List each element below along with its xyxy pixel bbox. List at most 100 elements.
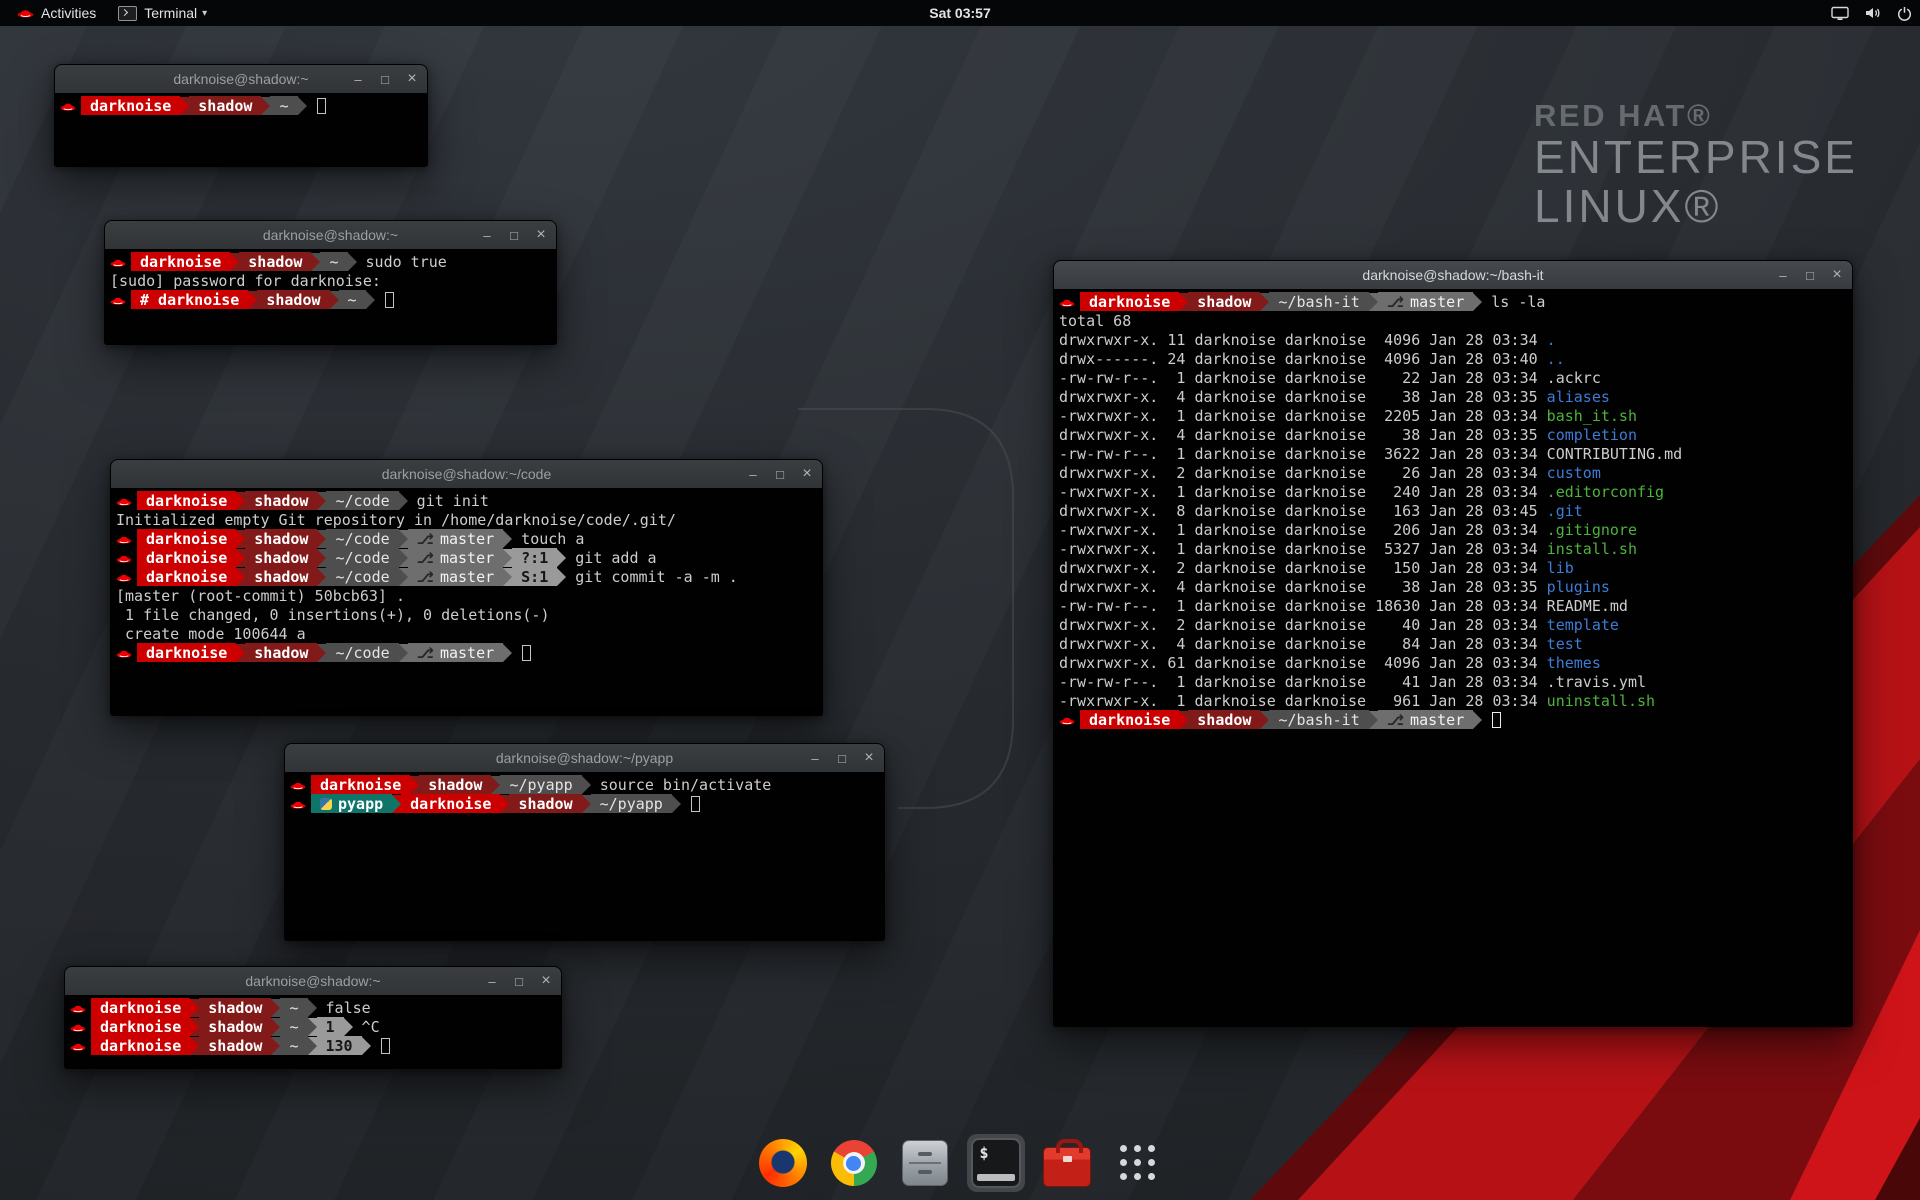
window-titlebar[interactable]: darknoise@shadow:~/code–□× [111,460,822,489]
prompt-segment-host: shadow [199,1017,271,1036]
terminal-window[interactable]: darknoise@shadow:~–□×darknoiseshadow~ su… [104,220,557,345]
top-bar: Activities Terminal ▾ Sat 03:57 [0,0,1920,26]
app-menu-terminal[interactable]: Terminal ▾ [107,0,218,26]
dock-toolbox-button[interactable] [1038,1134,1096,1192]
powerline-arrow-icon [672,795,681,813]
terminal-text: drwxrwxr-x. 2 darknoise darknoise 150 Ja… [1059,559,1547,577]
dock-files-button[interactable] [896,1134,954,1192]
git-branch-icon: ⎇ [417,568,434,586]
clock[interactable]: Sat 03:57 [929,5,990,21]
terminal-line: drwxrwxr-x. 8 darknoise darknoise 163 Ja… [1059,501,1852,520]
terminal-line: darknoiseshadow~/code⎇master?:1 git add … [116,548,822,567]
close-button[interactable]: × [798,465,816,483]
powerline-arrow-icon [503,568,512,586]
dock-chrome-button[interactable] [825,1134,883,1192]
power-icon[interactable] [1897,6,1912,21]
activities-button[interactable]: Activities [6,0,107,26]
prompt-segment-user: darknoise [91,1017,190,1036]
terminal-line: drwxrwxr-x. 61 darknoise darknoise 4096 … [1059,653,1852,672]
toolbox-icon [1043,1147,1091,1187]
display-icon[interactable] [1831,6,1849,21]
close-button[interactable]: × [537,972,555,990]
volume-icon[interactable] [1864,6,1882,20]
close-button[interactable]: × [403,70,421,88]
terminal-content[interactable]: darknoiseshadow~/bash-it⎇master ls -lato… [1054,289,1852,1026]
prompt-segment-host: shadow [509,794,581,813]
prompt-segment-user: darknoise [81,96,180,115]
terminal-content[interactable]: darknoiseshadow~ [55,93,427,166]
maximize-button[interactable]: □ [833,749,851,767]
close-button[interactable]: × [1828,266,1846,284]
powerline-arrow-icon [503,549,512,567]
terminal-line: -rw-rw-r--. 1 darknoise darknoise 41 Jan… [1059,672,1852,691]
terminal-content[interactable]: darknoiseshadow~ sudo true[sudo] passwor… [105,249,556,344]
desktop: RED HAT® ENTERPRISE LINUX® Activities Te… [0,0,1920,1200]
minimize-button[interactable]: – [483,972,501,990]
terminal-window[interactable]: darknoise@shadow:~/code–□×darknoiseshado… [110,459,823,716]
terminal-text: touch a [512,530,584,548]
prompt-segment-status: S:1 [512,567,557,586]
window-controls: –□ × [744,465,816,483]
terminal-text: -rwxrwxr-x. 1 darknoise darknoise 206 Ja… [1059,521,1547,539]
close-button[interactable]: × [532,226,550,244]
window-titlebar[interactable]: darknoise@shadow:~–□× [55,65,427,94]
prompt-segment-host: shadow [199,998,271,1017]
dock-terminal-button[interactable] [967,1134,1025,1192]
minimize-button[interactable]: – [1774,266,1792,284]
maximize-button[interactable]: □ [771,465,789,483]
maximize-button[interactable]: □ [1801,266,1819,284]
window-titlebar[interactable]: darknoise@shadow:~–□× [65,967,561,996]
powerline-arrow-icon [557,549,566,567]
maximize-button[interactable]: □ [376,70,394,88]
minimize-button[interactable]: – [349,70,367,88]
terminal-line: darknoiseshadow~/bash-it⎇master [1059,710,1852,729]
redhat-icon [116,552,132,563]
close-button[interactable]: × [860,749,878,767]
powerline-arrow-icon [1179,711,1188,729]
powerline-arrow-icon [308,999,317,1017]
terminal-line: darknoiseshadow~/code⎇master [116,643,822,662]
powerline-arrow-icon [236,549,245,567]
powerline-arrow-icon [1473,711,1482,729]
window-titlebar[interactable]: darknoise@shadow:~–□× [105,221,556,250]
terminal-text: -rwxrwxr-x. 1 darknoise darknoise 240 Ja… [1059,483,1547,501]
prompt-segment-path: ~/pyapp [500,775,581,794]
terminal-text: drwxrwxr-x. 2 darknoise darknoise 40 Jan… [1059,616,1547,634]
prompt-segment-user: darknoise [137,567,236,586]
terminal-text: template [1547,616,1619,634]
terminal-window[interactable]: darknoise@shadow:~–□×darknoiseshadow~ fa… [64,966,562,1069]
prompt-segment-venv: pyapp [311,794,392,813]
window-controls: –□ × [483,972,555,990]
terminal-content[interactable]: darknoiseshadow~/pyapp source bin/activa… [285,772,884,940]
terminal-line: total 68 [1059,311,1852,330]
minimize-button[interactable]: – [806,749,824,767]
powerline-arrow-icon [317,492,326,510]
powerline-arrow-icon [261,97,270,115]
maximize-button[interactable]: □ [505,226,523,244]
powerline-arrow-icon [248,291,257,309]
dock-app-grid-button[interactable] [1109,1134,1167,1192]
minimize-button[interactable]: – [478,226,496,244]
powerline-arrow-icon [1179,293,1188,311]
terminal-text: aliases [1547,388,1610,406]
powerline-arrow-icon [503,530,512,548]
terminal-window[interactable]: darknoise@shadow:~/pyapp–□×darknoiseshad… [284,743,885,941]
terminal-text: -rw-rw-r--. 1 darknoise darknoise 22 Jan… [1059,369,1547,387]
terminal-window[interactable]: darknoise@shadow:~–□×darknoiseshadow~ [54,64,428,167]
prompt-segment-path: ~ [270,96,297,115]
minimize-button[interactable]: – [744,465,762,483]
terminal-line: -rwxrwxr-x. 1 darknoise darknoise 961 Ja… [1059,691,1852,710]
terminal-content[interactable]: darknoiseshadow~/code git initInitialize… [111,488,822,715]
window-titlebar[interactable]: darknoise@shadow:~/pyapp–□× [285,744,884,773]
maximize-button[interactable]: □ [510,972,528,990]
terminal-text: install.sh [1547,540,1637,558]
terminal-window[interactable]: darknoise@shadow:~/bash-it–□×darknoisesh… [1053,260,1853,1027]
dock-firefox-button[interactable] [754,1134,812,1192]
terminal-content[interactable]: darknoiseshadow~ falsedarknoiseshadow~1 … [65,995,561,1068]
prompt-segment-path: ~ [280,1036,307,1055]
window-titlebar[interactable]: darknoise@shadow:~/bash-it–□× [1054,261,1852,290]
powerline-arrow-icon [298,97,307,115]
app-grid-icon [1116,1141,1160,1185]
powerline-arrow-icon [1369,711,1378,729]
git-branch-icon: ⎇ [1387,711,1404,729]
